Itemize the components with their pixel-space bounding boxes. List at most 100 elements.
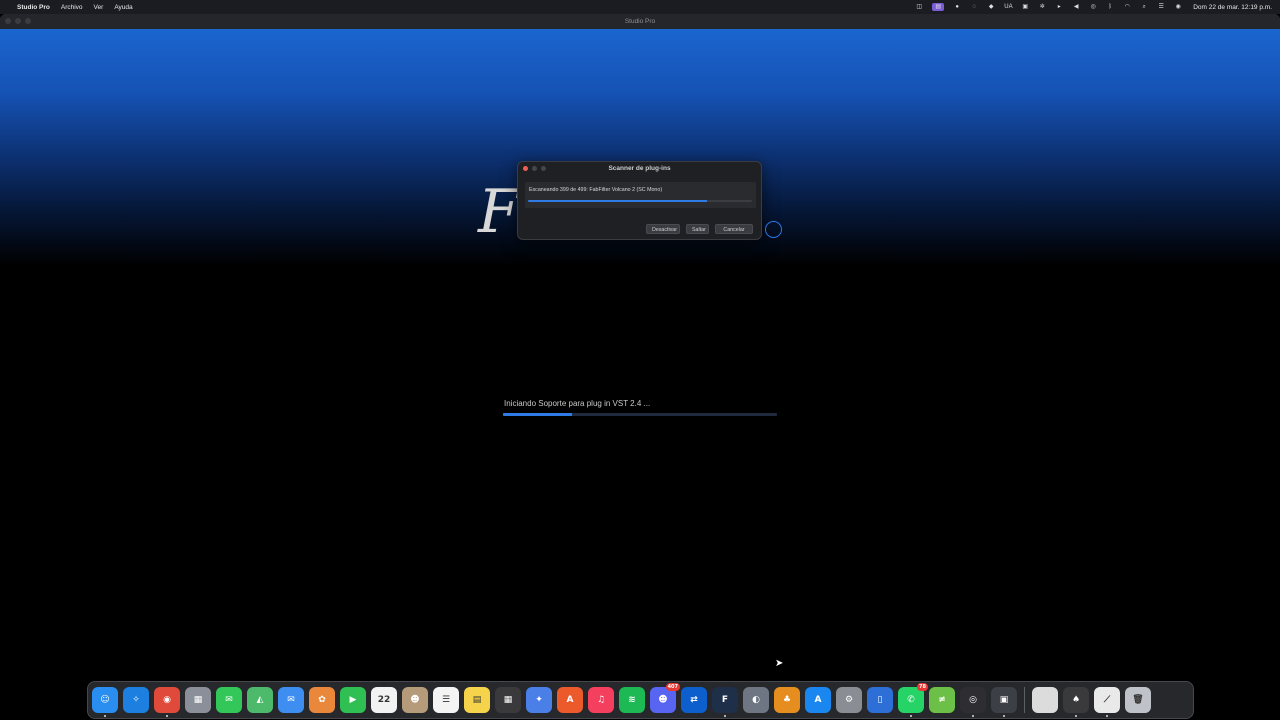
record-dot-icon[interactable]: ● [953, 3, 961, 11]
sync-icon[interactable]: ◌ [970, 3, 978, 11]
calendar-icon[interactable]: 22 [371, 687, 397, 713]
photos-icon[interactable]: ✿ [309, 687, 335, 713]
running-indicator [1106, 715, 1108, 717]
studio-pro-glyph: ⟋ [1103, 695, 1111, 705]
screen-record-icon[interactable]: ◫ [915, 3, 923, 11]
reminders-icon[interactable]: ☰ [433, 687, 459, 713]
folder-stack-icon[interactable]: ♠ [1063, 687, 1089, 717]
notification-badge: 78 [917, 683, 928, 691]
cancel-button[interactable]: Cancelar [715, 224, 753, 234]
menu-clock[interactable]: Dom 22 de mar. 12:19 p.m. [1193, 4, 1272, 11]
trash-glyph: 🗑 [1132, 695, 1144, 705]
status-area: ◫ ▤ ● ◌ ◆ UA ▣ ✲ ▸ ◀ ◎ ᛒ ◠ ⌕ ☰ ◉ Dom 22 de mar. 12:19 p.… [915, 3, 1272, 11]
dialog-close-icon[interactable] [523, 166, 528, 171]
vector-tool-icon[interactable]: ≠ [929, 687, 955, 713]
dialog-titlebar: Scanner de plug-ins [518, 162, 761, 175]
contacts-glyph: ☻ [410, 695, 420, 705]
music-glyph: ♫ [596, 695, 606, 705]
scan-status-text: Escaneando 399 de 499: FabFilter Volcano… [529, 187, 663, 193]
dock-separator [1024, 687, 1025, 713]
gemini-glyph: ✦ [535, 695, 543, 705]
hardware-app-icon[interactable]: ▣ [991, 687, 1017, 717]
disable-button[interactable]: Desactivar [646, 224, 680, 234]
launchpad-icon[interactable]: ▦ [185, 687, 211, 713]
system-settings-icon[interactable]: ⚙ [836, 687, 862, 713]
dictionary-icon[interactable]: ▣ [1021, 3, 1029, 11]
contacts-icon[interactable]: ☻ [402, 687, 428, 713]
running-indicator [972, 715, 974, 717]
input-source-icon[interactable]: UA [1004, 3, 1012, 11]
wifi-icon[interactable]: ◠ [1123, 3, 1131, 11]
reminders-glyph: ☰ [441, 695, 451, 705]
studio-pro-icon[interactable]: ⟋ [1094, 687, 1120, 717]
teamviewer-icon[interactable]: ⇄ [681, 687, 707, 713]
davinci-resolve-icon[interactable]: ◐ [743, 687, 769, 713]
menu-bar: Studio Pro Archivo Ver Ayuda ◫ ▤ ● ◌ ◆ UA ▣ ✲ ▸ ◀… [0, 0, 1280, 14]
splash-logo: F [478, 177, 520, 247]
loading-spinner-icon [765, 221, 782, 238]
window-minimize-icon[interactable] [15, 18, 21, 24]
fender-studio-icon[interactable]: F [712, 687, 738, 717]
dialog-zoom-icon[interactable] [541, 166, 546, 171]
chrome-icon[interactable]: ◉ [154, 687, 180, 717]
control-center-icon[interactable]: ☰ [1157, 3, 1165, 11]
menu-ver[interactable]: Ver [94, 4, 104, 11]
trash-icon[interactable]: 🗑 [1125, 687, 1151, 713]
calculator-icon[interactable]: ▦ [495, 687, 521, 713]
running-indicator [1003, 715, 1005, 717]
volume-icon[interactable]: ◀ [1072, 3, 1080, 11]
calendar-glyph: 22 [377, 695, 391, 705]
spotify-glyph: ≋ [628, 695, 636, 705]
loading-status-text: Iniciando Soporte para plug in VST 2.4 .… [504, 399, 651, 408]
messages-icon[interactable]: ✉ [216, 687, 242, 713]
eye-icon[interactable]: ◆ [987, 3, 995, 11]
app-store-glyph: A [814, 695, 822, 705]
running-indicator [166, 715, 168, 717]
launchpad-glyph: ▦ [193, 695, 203, 705]
window-close-icon[interactable] [5, 18, 11, 24]
music-icon[interactable]: ♫ [588, 687, 614, 713]
facetime-icon[interactable]: ▶ [340, 687, 366, 713]
menu-app-name[interactable]: Studio Pro [17, 4, 50, 11]
discord-icon[interactable]: ☻ 407 [650, 683, 680, 713]
maps-icon[interactable]: ◭ [247, 687, 273, 713]
running-indicator [724, 715, 726, 717]
notes-glyph: ▤ [472, 695, 482, 705]
play-icon[interactable]: ▸ [1055, 3, 1063, 11]
airdrop-icon[interactable]: ◎ [1089, 3, 1097, 11]
discord-glyph: ☻ [658, 695, 668, 705]
running-indicator [910, 715, 912, 717]
whatsapp-glyph: ✆ [907, 695, 915, 705]
skip-button[interactable]: Saltar [686, 224, 709, 234]
calculator-glyph: ▦ [503, 695, 513, 705]
plugin-scanner-dialog: Scanner de plug-ins Escaneando 399 de 49… [517, 161, 762, 240]
loading-progress-bar [503, 413, 777, 416]
mail-icon[interactable]: ✉ [278, 687, 304, 713]
gemini-icon[interactable]: ✦ [526, 687, 552, 713]
spotify-icon[interactable]: ≋ [619, 687, 645, 713]
siri-icon[interactable]: ◉ [1174, 3, 1182, 11]
safari-icon[interactable]: ✧ [123, 687, 149, 713]
settings-gear-icon[interactable]: ✲ [1038, 3, 1046, 11]
obs-icon[interactable]: ◎ [960, 687, 986, 717]
notes-icon[interactable]: ▤ [464, 687, 490, 713]
bluetooth-icon[interactable]: ᛒ [1106, 3, 1114, 11]
fl-studio-icon[interactable]: ♣ [774, 687, 800, 713]
whatsapp-icon[interactable]: ✆ 78 [898, 683, 928, 717]
hardware-app-glyph: ▣ [999, 695, 1009, 705]
finder-icon[interactable]: ☺ [92, 687, 118, 717]
document-app-icon[interactable]: ▯ [867, 687, 893, 713]
running-indicator [1075, 715, 1077, 717]
window-zoom-icon[interactable] [25, 18, 31, 24]
window-titlebar: Studio Pro [0, 14, 1280, 29]
blank-window-icon[interactable] [1032, 687, 1058, 713]
menu-ayuda[interactable]: Ayuda [114, 4, 132, 11]
auro-icon[interactable]: A [557, 687, 583, 713]
dialog-minimize-icon[interactable] [532, 166, 537, 171]
davinci-resolve-glyph: ◐ [752, 695, 760, 705]
app-store-icon[interactable]: A [805, 687, 831, 713]
loading-progress-fill [503, 413, 572, 416]
tool-active-icon[interactable]: ▤ [932, 3, 945, 11]
menu-archivo[interactable]: Archivo [61, 4, 83, 11]
search-icon[interactable]: ⌕ [1140, 3, 1148, 11]
